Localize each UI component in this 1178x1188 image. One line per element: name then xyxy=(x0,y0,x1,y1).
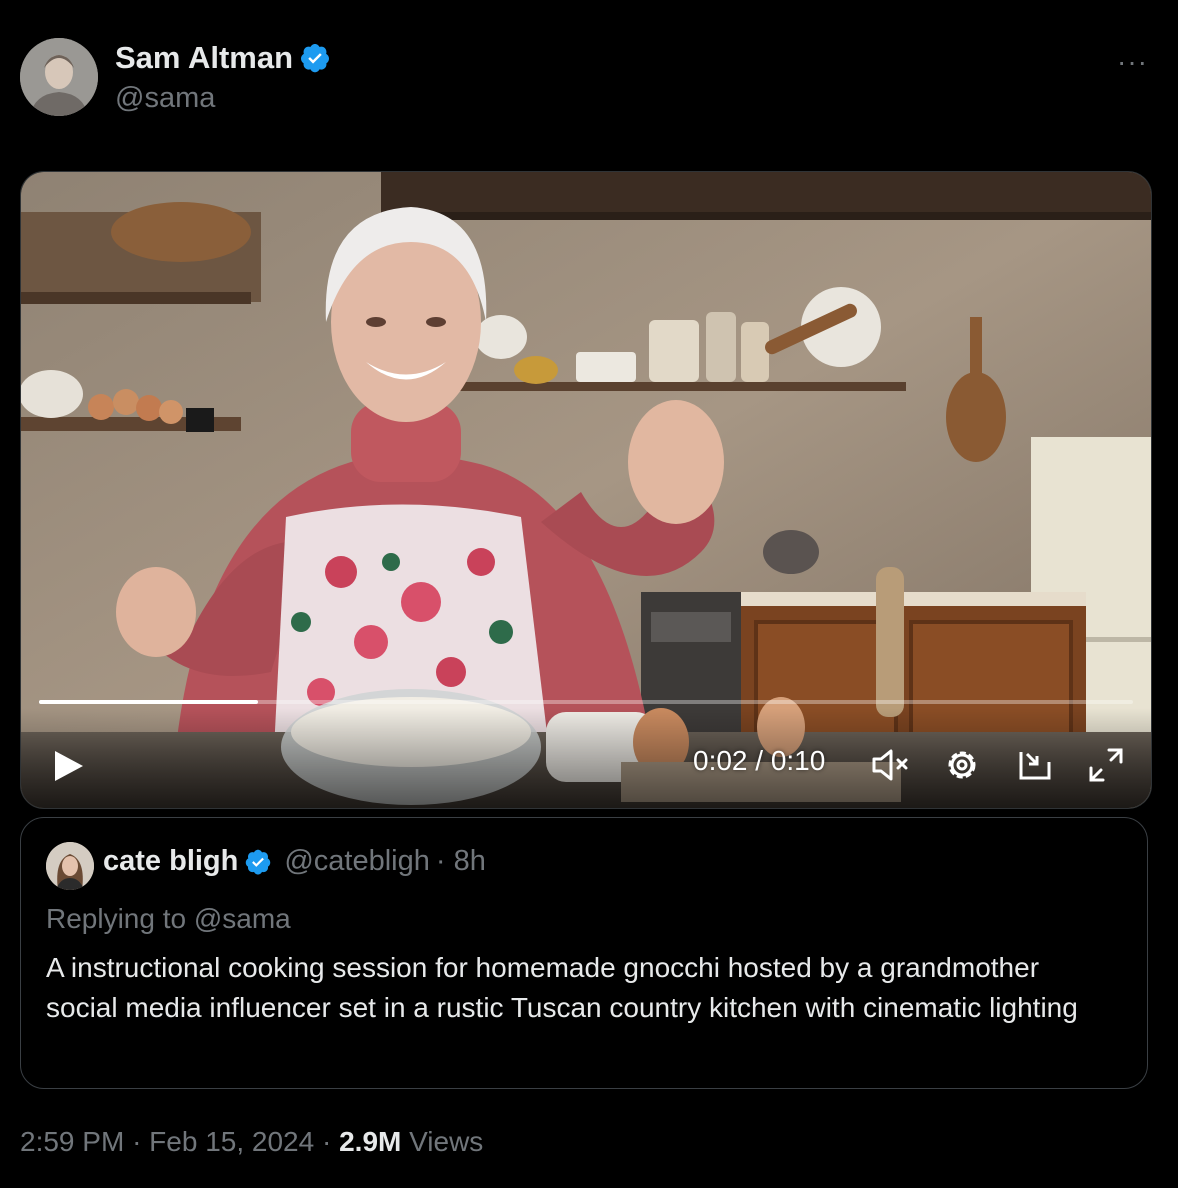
post-date[interactable]: Feb 15, 2024 xyxy=(149,1126,314,1157)
separator: · xyxy=(132,1126,150,1157)
volume-muted-icon[interactable] xyxy=(871,747,911,783)
picture-in-picture-icon[interactable] xyxy=(1017,748,1053,782)
video-progress-fill xyxy=(39,700,258,704)
video-player[interactable]: 0:02 / 0:10 xyxy=(20,171,1152,809)
video-time-display: 0:02 / 0:10 xyxy=(693,745,826,776)
post-metadata: 2:59 PM · Feb 15, 2024 · 2.9M Views xyxy=(20,1126,483,1158)
separator: · xyxy=(321,1126,340,1157)
play-icon[interactable] xyxy=(51,749,85,783)
quote-timestamp[interactable]: · 8h xyxy=(436,845,486,878)
replying-to-label: Replying to @sama xyxy=(46,903,291,934)
author-name[interactable]: Sam Altman xyxy=(115,40,331,76)
views-count: 2.9M xyxy=(339,1126,402,1157)
quote-author-handle[interactable]: @catebligh xyxy=(284,845,430,878)
video-progress-bar[interactable] xyxy=(39,700,1133,704)
author-name-text[interactable]: Sam Altman xyxy=(115,40,293,76)
quote-text: A instructional cooking session for home… xyxy=(46,952,1078,1023)
video-controls-overlay xyxy=(21,708,1151,808)
quoted-post[interactable]: cate bligh @catebligh · 8h Replying to @… xyxy=(20,817,1148,1089)
settings-gear-icon[interactable] xyxy=(943,746,981,784)
quote-author-name[interactable]: cate bligh xyxy=(103,845,238,878)
fullscreen-icon[interactable] xyxy=(1087,746,1125,784)
verified-badge-icon xyxy=(246,849,271,874)
more-options-icon[interactable]: ··· xyxy=(1117,46,1148,78)
author-avatar[interactable] xyxy=(20,38,98,116)
views-label: Views xyxy=(409,1126,484,1157)
quote-author-avatar[interactable] xyxy=(46,842,94,890)
quote-header: cate bligh @catebligh · 8h xyxy=(103,845,486,878)
author-handle[interactable]: @sama xyxy=(115,82,215,115)
post-time[interactable]: 2:59 PM xyxy=(20,1126,124,1157)
verified-badge-icon xyxy=(301,44,330,73)
